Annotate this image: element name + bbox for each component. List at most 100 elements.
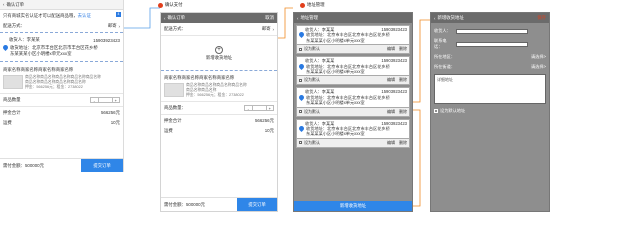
product-item[interactable]: 商品名称商品名称商品名称商品名称商品名称 商品名称商品名称商品名称商品名称 押金…: [0, 74, 123, 91]
add-address-button[interactable]: 新增收货地址: [294, 201, 412, 211]
delivery-label: 配送方式：: [3, 23, 25, 28]
page-title: 确认订单: [6, 1, 25, 7]
annotation-address-label: 地址管理: [307, 2, 325, 7]
edit-button[interactable]: 编辑: [387, 140, 395, 146]
delivery-value: 邮寄: [107, 23, 117, 28]
default-checkbox[interactable]: [299, 141, 302, 145]
default-row[interactable]: 设为默认地址: [431, 106, 549, 116]
shop-name: 商家名称商家名称商家名称商家名称: [164, 75, 235, 80]
edit-button[interactable]: 编辑: [387, 77, 395, 83]
street-row[interactable]: 所在街道： 请选择>: [431, 62, 549, 72]
header: ‹ 地址管理: [294, 13, 412, 23]
footer-bar: 需付金额：500000元 提交订单: [0, 158, 123, 172]
plus-button[interactable]: +: [113, 98, 120, 103]
deposit-value: 566256元: [254, 118, 274, 123]
freight-label: 运费: [164, 128, 173, 133]
address-line-2: 东某某某小区小明楼x单元xxx室: [306, 69, 365, 75]
phone-field[interactable]: [456, 41, 528, 47]
header-action[interactable]: 取消: [265, 15, 274, 21]
submit-order-button[interactable]: 提交订单: [237, 197, 277, 211]
add-address-button[interactable]: + 新增收货地址: [161, 38, 277, 68]
edit-button[interactable]: 编辑: [387, 46, 395, 52]
back-icon[interactable]: ‹: [434, 16, 435, 21]
set-default-label[interactable]: 设为默认: [304, 109, 320, 115]
plus-button[interactable]: +: [267, 106, 274, 111]
edit-button[interactable]: 编辑: [387, 109, 395, 115]
page-title: 地址管理: [300, 15, 319, 20]
address-card[interactable]: 收货人：李某某 15903923423 收货地址：北京市丰台区北京市丰台区花乡桥东…: [294, 56, 412, 86]
quantity-value[interactable]: [97, 98, 113, 102]
verify-link[interactable]: 去认证: [78, 13, 91, 19]
total-amount: 需付金额：500000元: [164, 201, 205, 207]
set-default-label[interactable]: 设为默认: [304, 46, 320, 52]
delete-button[interactable]: 删除: [399, 109, 407, 115]
notice-text: 只有商城实名认证才可以配送商品哦，: [3, 13, 78, 18]
delete-button[interactable]: 删除: [399, 46, 407, 52]
annotation-pay-label: 确认支付: [165, 2, 183, 7]
delivery-row[interactable]: 配送方式： 邮寄 ›: [0, 20, 123, 30]
order-confirm-screen-1: ‹ 确认订单 只有商城实名认证才可以配送商品哦， 去认证 4 配送方式： 邮寄 …: [0, 0, 124, 172]
detail-address-field[interactable]: 详细地址: [434, 74, 546, 104]
delivery-row[interactable]: 配送方式： 邮寄 ›: [161, 23, 277, 33]
address-line-2: 东某某某小区小明楼x单元xxx室: [306, 100, 365, 106]
quantity-stepper[interactable]: - +: [244, 105, 274, 111]
address-line-2: 东某某某小区小明楼x单元xxx室: [10, 51, 72, 56]
back-icon[interactable]: ‹: [164, 16, 165, 21]
freight-value: 10元: [264, 128, 274, 133]
back-icon[interactable]: ‹: [3, 2, 4, 7]
location-pin-icon: [297, 125, 306, 133]
submit-order-button[interactable]: 提交订单: [81, 158, 123, 172]
address-line-2: 东某某某小区小明楼x单元xxx室: [306, 131, 365, 137]
save-button[interactable]: 保存: [537, 15, 546, 21]
step-badge: 4: [116, 12, 121, 17]
back-icon[interactable]: ‹: [297, 16, 298, 21]
default-checkbox[interactable]: [299, 47, 302, 51]
quantity-stepper[interactable]: - +: [90, 97, 120, 103]
recipient-name: 收货人：李某某: [9, 37, 40, 42]
chevron-right-icon: ›: [272, 26, 274, 32]
annotation-pay: 确认支付: [158, 2, 183, 8]
shop-name: 商家名称商家名称商家名称商家名称: [3, 67, 74, 72]
name-field[interactable]: [456, 28, 528, 34]
new-address-screen: ‹ 新增收货地址 保存 收货人： 联系电话： 所在地区： 请选择> 所在街道： …: [430, 12, 550, 212]
address-block[interactable]: 收货人：李某某 15903923423 收货地址：北京市丰台区北京市丰台区花乡桥…: [0, 35, 123, 59]
header: ‹ 新增收货地址 保存: [431, 13, 549, 23]
deposit-row: 押金合计 566256元: [161, 117, 277, 125]
delete-button[interactable]: 删除: [399, 77, 407, 83]
set-default-label[interactable]: 设为默认: [304, 77, 320, 83]
street-label: 所在街道：: [434, 64, 455, 69]
product-item[interactable]: 商品名称商品名称商品名称商品名称 商品名称商品名称 押金：566256元；租金：…: [161, 82, 277, 99]
freight-value: 10元: [110, 120, 120, 125]
address-card[interactable]: 收货人：李某某 15903923423 收货地址：北京市丰台区北京市丰台区花乡桥东…: [294, 25, 412, 55]
region-row[interactable]: 所在地区： 请选择>: [431, 52, 549, 62]
deposit-row: 押金合计 566256元: [0, 109, 123, 117]
deposit-value: 566256元: [100, 110, 120, 115]
product-price: 押金：566256元；租金：2738022: [186, 93, 244, 97]
delivery-value: 邮寄: [261, 26, 271, 31]
qty-row: 商品数量 - +: [0, 96, 123, 104]
quantity-value[interactable]: [251, 106, 267, 110]
deposit-label: 押金合计: [164, 118, 182, 123]
set-default-label[interactable]: 设为默认: [304, 140, 320, 146]
address-card[interactable]: 收货人：李某某 15903923423 收货地址：北京市丰台区北京市丰台区花乡桥东…: [294, 118, 412, 148]
address-card[interactable]: 收货人：李某某 15903923423 收货地址：北京市丰台区北京市丰台区花乡桥东…: [294, 87, 412, 117]
location-pin-icon: [1, 43, 10, 52]
default-checkbox[interactable]: [299, 110, 302, 114]
product-image: [164, 83, 184, 97]
chevron-right-icon: ›: [118, 23, 120, 29]
footer-bar: 需付金额：500000元 提交订单: [161, 197, 277, 211]
default-label: 设为默认地址: [440, 108, 466, 113]
region-select[interactable]: 请选择>: [531, 54, 546, 60]
connector-to-pay: [124, 7, 160, 29]
plus-icon: +: [215, 45, 223, 54]
default-checkbox[interactable]: [434, 109, 438, 113]
street-select[interactable]: 请选择>: [531, 64, 546, 70]
default-checkbox[interactable]: [299, 78, 302, 82]
marker-icon: [300, 2, 305, 8]
delivery-label: 配送方式：: [164, 26, 186, 31]
location-pin-icon: [297, 93, 306, 101]
connector-add-btn: [413, 109, 421, 207]
connector-to-new-address: [413, 19, 430, 103]
page-title: 确认订单: [167, 15, 186, 20]
delete-button[interactable]: 删除: [399, 140, 407, 146]
